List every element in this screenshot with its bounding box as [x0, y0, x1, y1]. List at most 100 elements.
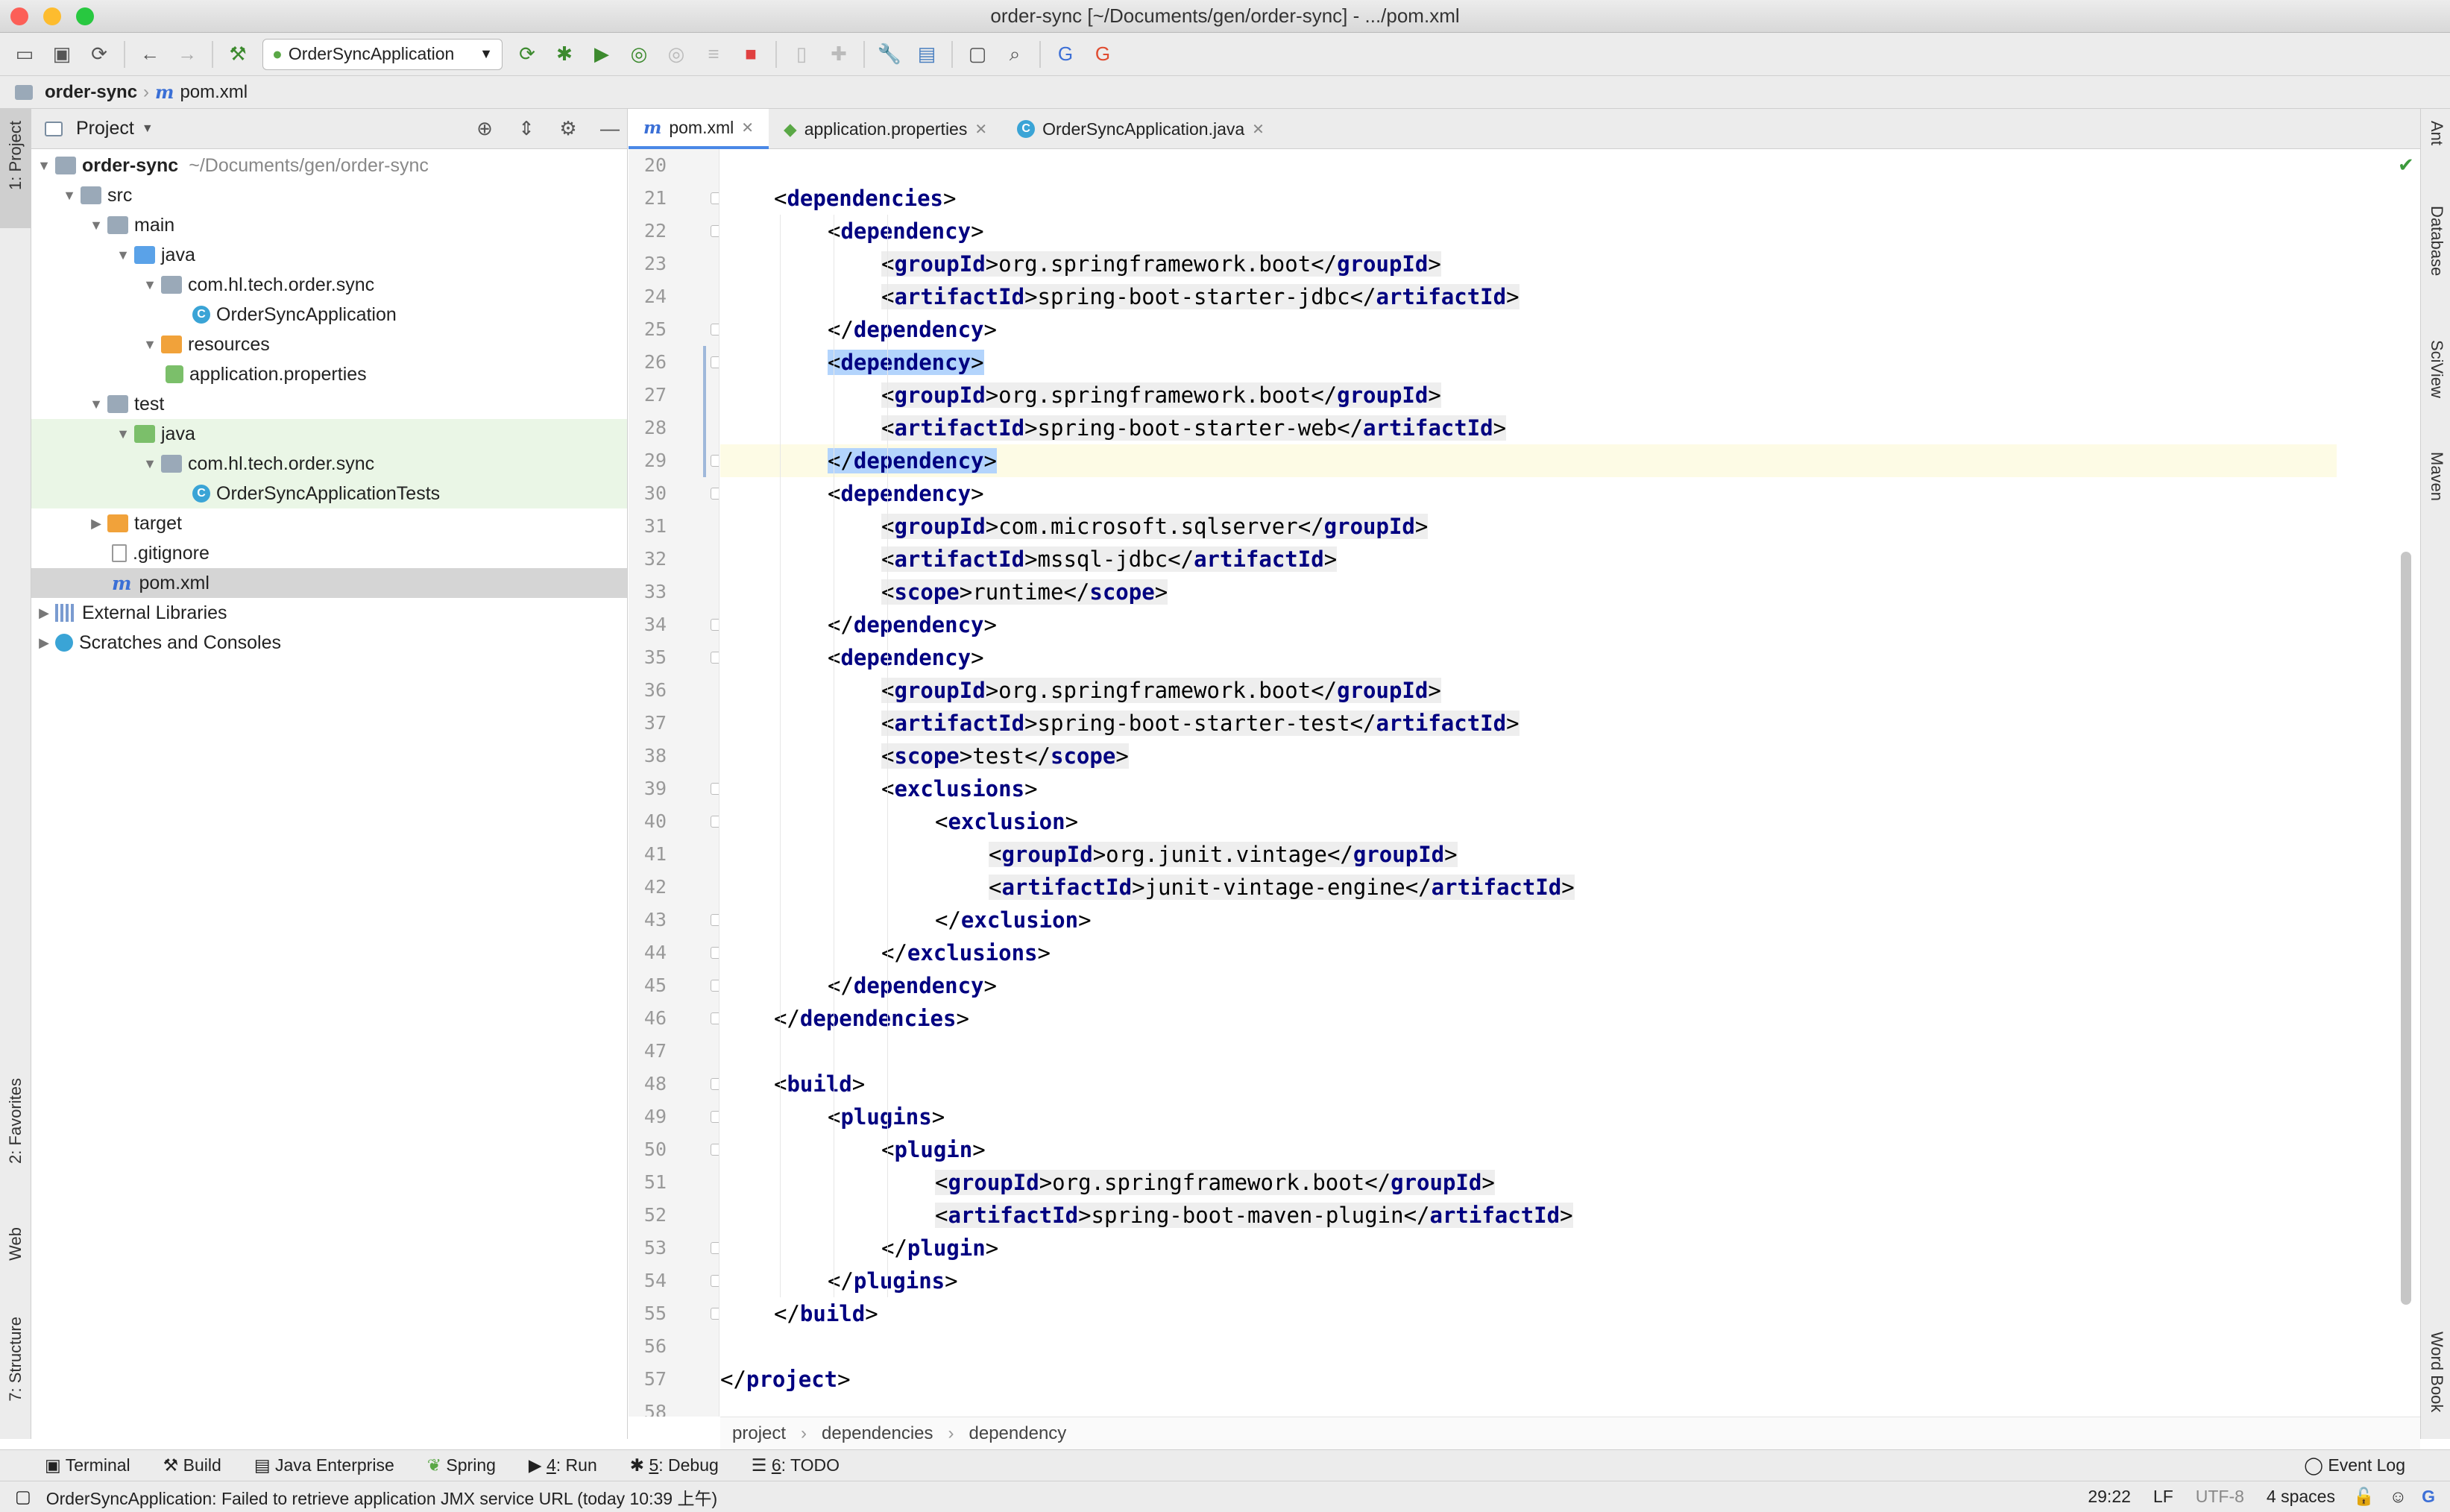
code-line[interactable]: <artifactId>spring-boot-starter-jdbc</ar… [720, 280, 2337, 313]
code-line[interactable]: <artifactId>spring-boot-maven-plugin</ar… [720, 1199, 2337, 1232]
line-number[interactable]: 23 [629, 248, 719, 280]
tree-item-application-class[interactable]: C OrderSyncApplication [31, 300, 627, 330]
line-number[interactable]: 55 [629, 1297, 719, 1330]
fold-marker-icon[interactable] [711, 1111, 719, 1123]
minimize-window-button[interactable] [43, 7, 61, 25]
code-line[interactable]: <groupId>org.springframework.boot</group… [720, 248, 2337, 280]
caret-position[interactable]: 29:22 [2088, 1487, 2131, 1507]
hide-panel-icon[interactable]: — [593, 112, 627, 146]
line-number[interactable]: 51 [629, 1166, 719, 1199]
line-number[interactable]: 52 [629, 1199, 719, 1232]
close-icon[interactable]: ✕ [741, 119, 754, 137]
fold-marker-icon[interactable] [711, 455, 719, 467]
plugin-icon[interactable]: ✚ [822, 37, 856, 72]
ant-tool-tab[interactable]: Ant [2427, 121, 2446, 145]
line-number[interactable]: 32 [629, 543, 719, 576]
tree-item-scratches[interactable]: ▶ Scratches and Consoles [31, 628, 627, 658]
sync-icon[interactable]: ⟳ [82, 37, 116, 72]
breadcrumb-item[interactable]: dependencies [822, 1423, 933, 1444]
code-line[interactable]: <artifactId>junit-vintage-engine</artifa… [720, 871, 2337, 904]
line-number[interactable]: 30 [629, 477, 719, 510]
line-number[interactable]: 37 [629, 707, 719, 740]
expand-arrow-icon[interactable]: ▼ [58, 188, 81, 204]
tree-item-test-java[interactable]: ▼ java [31, 419, 627, 449]
build-hammer-icon[interactable]: ⚒ [221, 37, 255, 72]
project-structure-icon[interactable]: ▤ [910, 37, 944, 72]
expand-arrow-icon[interactable]: ▶ [33, 635, 55, 651]
line-number[interactable]: 56 [629, 1330, 719, 1363]
fold-marker-icon[interactable] [711, 652, 719, 664]
tab-ordersyncapplication-java[interactable]: C OrderSyncApplication.java ✕ [1002, 109, 1279, 149]
line-number[interactable]: 53 [629, 1232, 719, 1264]
code-line[interactable] [720, 149, 2337, 182]
fold-marker-icon[interactable] [711, 1275, 719, 1287]
code-line[interactable]: <dependency> [720, 477, 2337, 510]
code-line[interactable] [720, 1035, 2337, 1068]
code-line[interactable] [720, 1396, 2337, 1417]
run-coverage-icon[interactable]: ▶ [585, 37, 619, 72]
line-number[interactable]: 22 [629, 215, 719, 248]
code-line[interactable]: <dependencies> [720, 182, 2337, 215]
code-line[interactable]: <dependency> [720, 215, 2337, 248]
tree-item-test[interactable]: ▼ test [31, 389, 627, 419]
line-number[interactable]: 43 [629, 904, 719, 936]
open-icon[interactable]: ▭ [7, 37, 42, 72]
line-number[interactable]: 41 [629, 838, 719, 871]
terminal-window-icon[interactable]: ▢ [960, 37, 995, 72]
tree-item-tests-class[interactable]: C OrderSyncApplicationTests [31, 479, 627, 508]
project-tool-tab[interactable]: 1: Project [6, 121, 25, 190]
fold-marker-icon[interactable] [711, 1308, 719, 1320]
fold-marker-icon[interactable] [711, 1078, 719, 1090]
nav-project[interactable]: order-sync [45, 82, 137, 103]
line-number[interactable]: 48 [629, 1068, 719, 1100]
tool-terminal[interactable]: ▣ Terminal [45, 1455, 130, 1475]
editor-scrollbar[interactable] [2401, 552, 2411, 1305]
profile-icon[interactable]: ◎ [622, 37, 656, 72]
fold-marker-icon[interactable] [711, 225, 719, 237]
tree-item-target[interactable]: ▶ target [31, 508, 627, 538]
tool-spring[interactable]: ❦ Spring [427, 1455, 496, 1475]
code-line[interactable]: <exclusions> [720, 772, 2337, 805]
code-line[interactable]: </dependency> [720, 969, 2337, 1002]
fold-marker-icon[interactable] [711, 1012, 719, 1024]
code-line[interactable]: <scope>test</scope> [720, 740, 2337, 772]
fold-marker-icon[interactable] [711, 816, 719, 828]
gear-icon[interactable]: ⚙ [551, 112, 585, 146]
code-editor[interactable]: <dependencies><dependency><groupId>org.s… [720, 149, 2337, 1417]
line-number[interactable]: 31 [629, 510, 719, 543]
editor-gutter[interactable]: 20 21 22 23 24 25 26 27 28 29 30 31 32 33 34 35 36 37 38 39… [629, 149, 719, 1417]
fold-marker-icon[interactable] [711, 1144, 719, 1156]
breadcrumb-item[interactable]: project [732, 1423, 786, 1444]
collapse-all-icon[interactable]: ⇕ [509, 112, 544, 146]
code-line[interactable]: <build> [720, 1068, 2337, 1100]
sciview-tool-tab[interactable]: SciView [2427, 340, 2446, 398]
code-line[interactable]: <artifactId>spring-boot-starter-test</ar… [720, 707, 2337, 740]
code-line[interactable]: <groupId>org.springframework.boot</group… [720, 379, 2337, 412]
line-number[interactable]: 34 [629, 608, 719, 641]
expand-arrow-icon[interactable]: ▼ [139, 456, 161, 472]
expand-arrow-icon[interactable]: ▼ [139, 337, 161, 353]
line-number[interactable]: 46 [629, 1002, 719, 1035]
tab-application-properties[interactable]: ◆ application.properties ✕ [769, 109, 1002, 149]
save-icon[interactable]: ▣ [45, 37, 79, 72]
code-line[interactable]: </project> [720, 1363, 2337, 1396]
tree-item-test-package[interactable]: ▼ com.hl.tech.order.sync [31, 449, 627, 479]
run-list-icon[interactable]: ≡ [696, 37, 731, 72]
fold-marker-icon[interactable] [711, 914, 719, 926]
code-line[interactable]: <plugin> [720, 1133, 2337, 1166]
tree-root[interactable]: ▼ order-sync ~/Documents/gen/order-sync [31, 151, 627, 180]
translate-replace-icon[interactable]: G [1086, 37, 1120, 72]
code-line[interactable]: <artifactId>spring-boot-starter-web</art… [720, 412, 2337, 444]
code-line[interactable]: </build> [720, 1297, 2337, 1330]
line-number[interactable]: 35 [629, 641, 719, 674]
inspector-icon[interactable]: ☺ [2390, 1487, 2407, 1507]
wrench-icon[interactable]: 🔧 [872, 37, 907, 72]
tree-item-src[interactable]: ▼ src [31, 180, 627, 210]
tree-item-application-properties[interactable]: application.properties [31, 359, 627, 389]
vcs-change-marker[interactable] [703, 346, 706, 477]
maven-tool-tab[interactable]: Maven [2427, 452, 2446, 501]
code-line[interactable]: </exclusion> [720, 904, 2337, 936]
expand-arrow-icon[interactable]: ▼ [139, 277, 161, 293]
inspection-ok-icon[interactable]: ✔ [2398, 154, 2414, 177]
code-line[interactable]: <groupId>org.springframework.boot</group… [720, 1166, 2337, 1199]
